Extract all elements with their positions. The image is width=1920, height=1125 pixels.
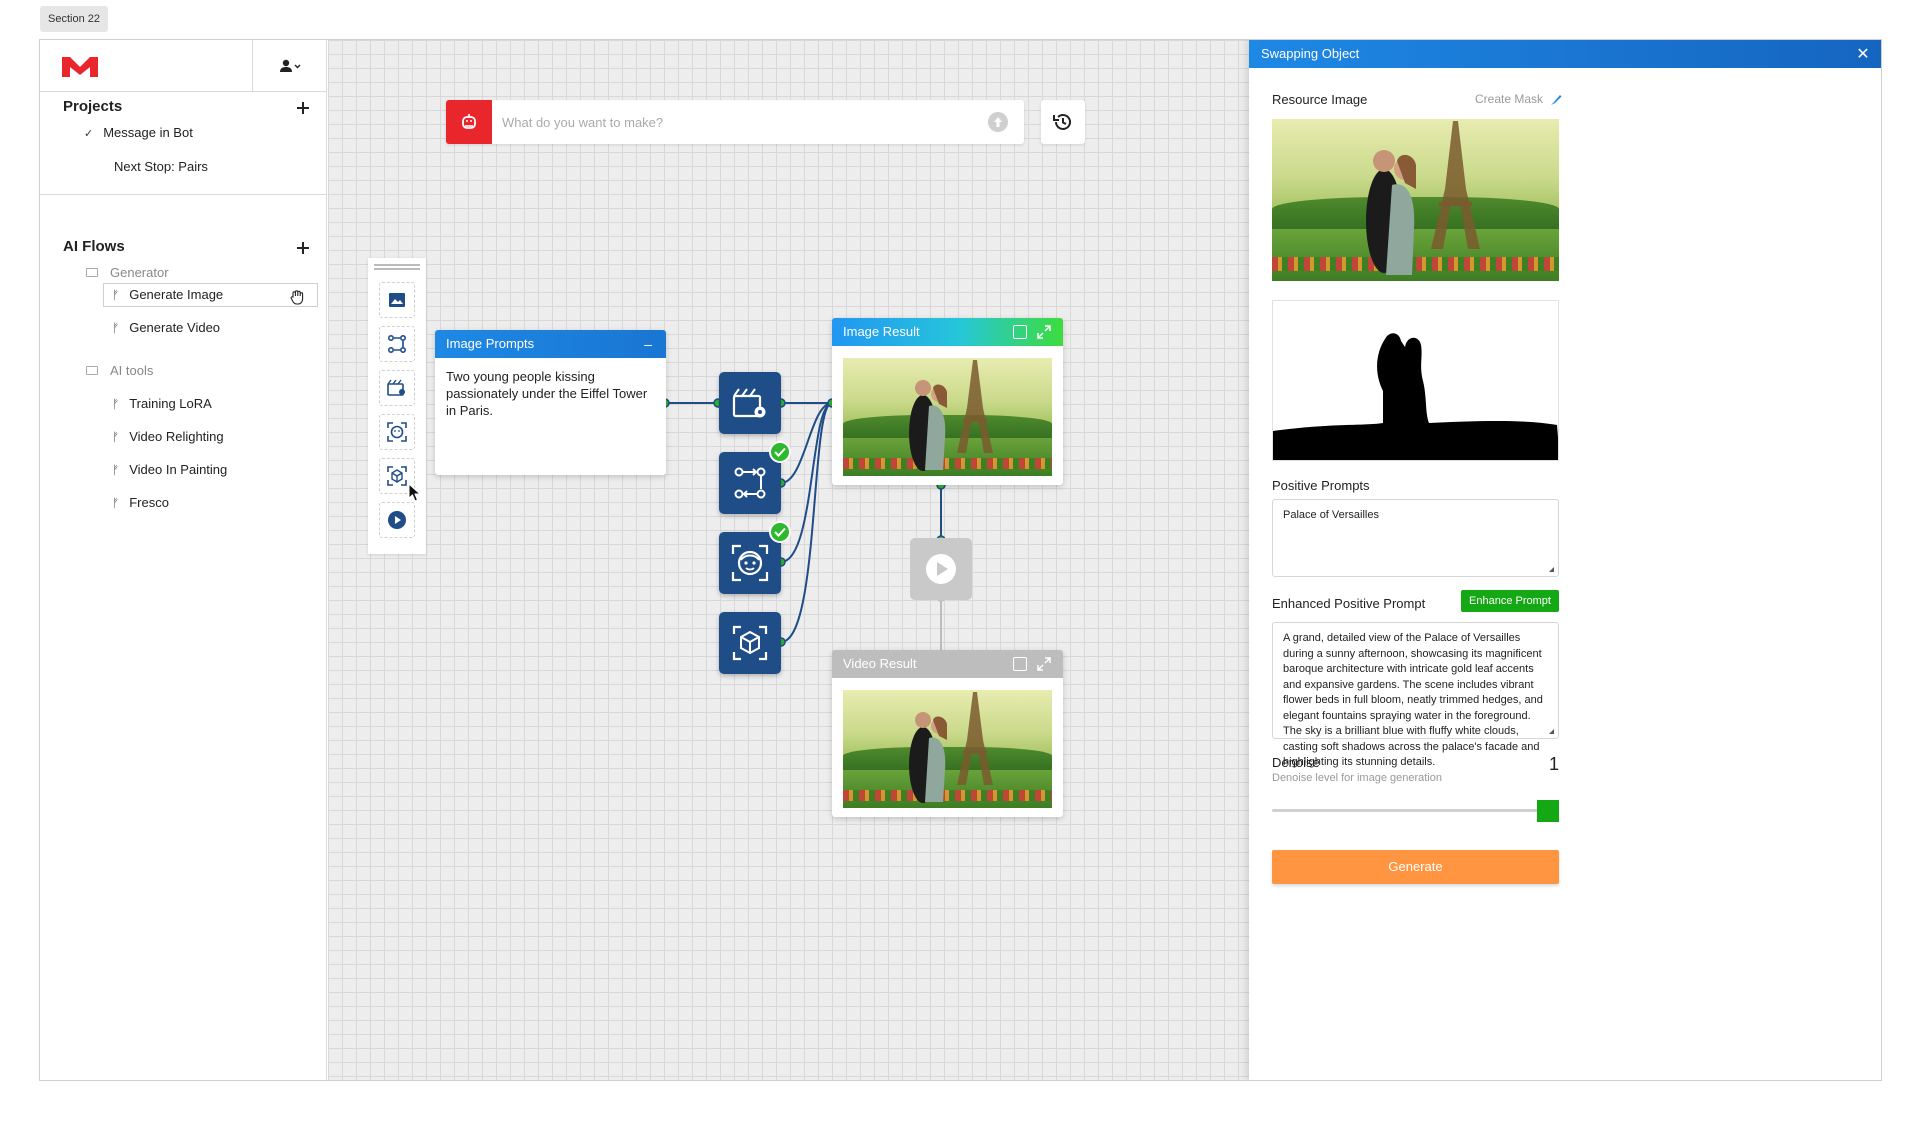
expand-icon[interactable] [1037,325,1051,339]
video-settings-node[interactable] [719,372,781,434]
create-mask-link[interactable]: Create Mask [1475,92,1543,106]
video-thumbnail[interactable] [843,690,1052,808]
image-result-node[interactable]: Image Result [832,318,1063,485]
app-window: Projects ✓ Message in Bot Next Stop: Pair… [39,39,1882,1081]
object-icon [732,625,768,661]
image-prompts-header: Image Prompts – [435,330,666,358]
close-icon[interactable]: ✕ [1853,40,1873,68]
section-tag: Section 22 [40,6,108,32]
brush-icon[interactable] [1549,93,1563,107]
video-result-title: Video Result [843,656,917,671]
resource-image[interactable] [1272,119,1559,281]
play-node[interactable] [910,538,972,600]
positive-prompts-textarea[interactable]: Palace of Versailles [1272,499,1559,577]
image-prompts-node[interactable]: Image Prompts – Two young people kissing… [435,330,666,475]
generate-button[interactable]: Generate [1272,850,1559,884]
denoise-value: 1 [1548,754,1559,774]
image-prompts-title: Image Prompts [446,336,535,351]
video-settings-icon [732,388,766,418]
success-check-icon [769,441,791,463]
flow-swap-node[interactable] [719,452,781,514]
image-result-header: Image Result [832,318,1063,346]
result-image[interactable] [843,358,1052,476]
panel-header: Swapping Object [1249,40,1881,68]
node-connections [660,398,946,663]
panel-title: Swapping Object [1261,46,1360,61]
resource-image-label: Resource Image [1272,92,1368,107]
face-icon [731,544,769,582]
save-icon[interactable] [1013,325,1027,339]
image-prompts-text: Two young people kissing passionately un… [446,369,648,418]
denoise-slider-thumb[interactable] [1537,800,1559,822]
play-icon [926,554,956,584]
denoise-description: Denoise level for image generation [1272,772,1442,784]
enhanced-prompt-textarea[interactable]: A grand, detailed view of the Palace of … [1272,622,1559,768]
denoise-label: Denoise [1272,755,1320,770]
mask-image[interactable] [1272,300,1559,461]
video-result-header: Video Result [832,650,1063,678]
success-check-icon [769,521,791,543]
flow-swap-icon [734,467,766,499]
denoise-slider-track[interactable] [1272,809,1559,812]
enhanced-prompt-label: Enhanced Positive Prompt [1272,596,1426,611]
resize-grip[interactable] [1549,729,1554,734]
save-icon[interactable] [1013,657,1027,671]
face-swap-node[interactable] [719,532,781,594]
image-result-title: Image Result [843,324,920,339]
enhance-prompt-button[interactable]: Enhance Prompt [1461,590,1559,612]
positive-prompts-label: Positive Prompts [1272,478,1370,493]
collapse-button[interactable]: – [644,330,652,358]
swapping-object-panel: Swapping Object ✕ Resource Image Create … [1249,40,1881,1080]
resize-grip[interactable] [1549,567,1554,572]
object-swap-node[interactable] [719,612,781,674]
video-result-node[interactable]: Video Result [832,650,1063,817]
expand-icon[interactable] [1037,657,1051,671]
